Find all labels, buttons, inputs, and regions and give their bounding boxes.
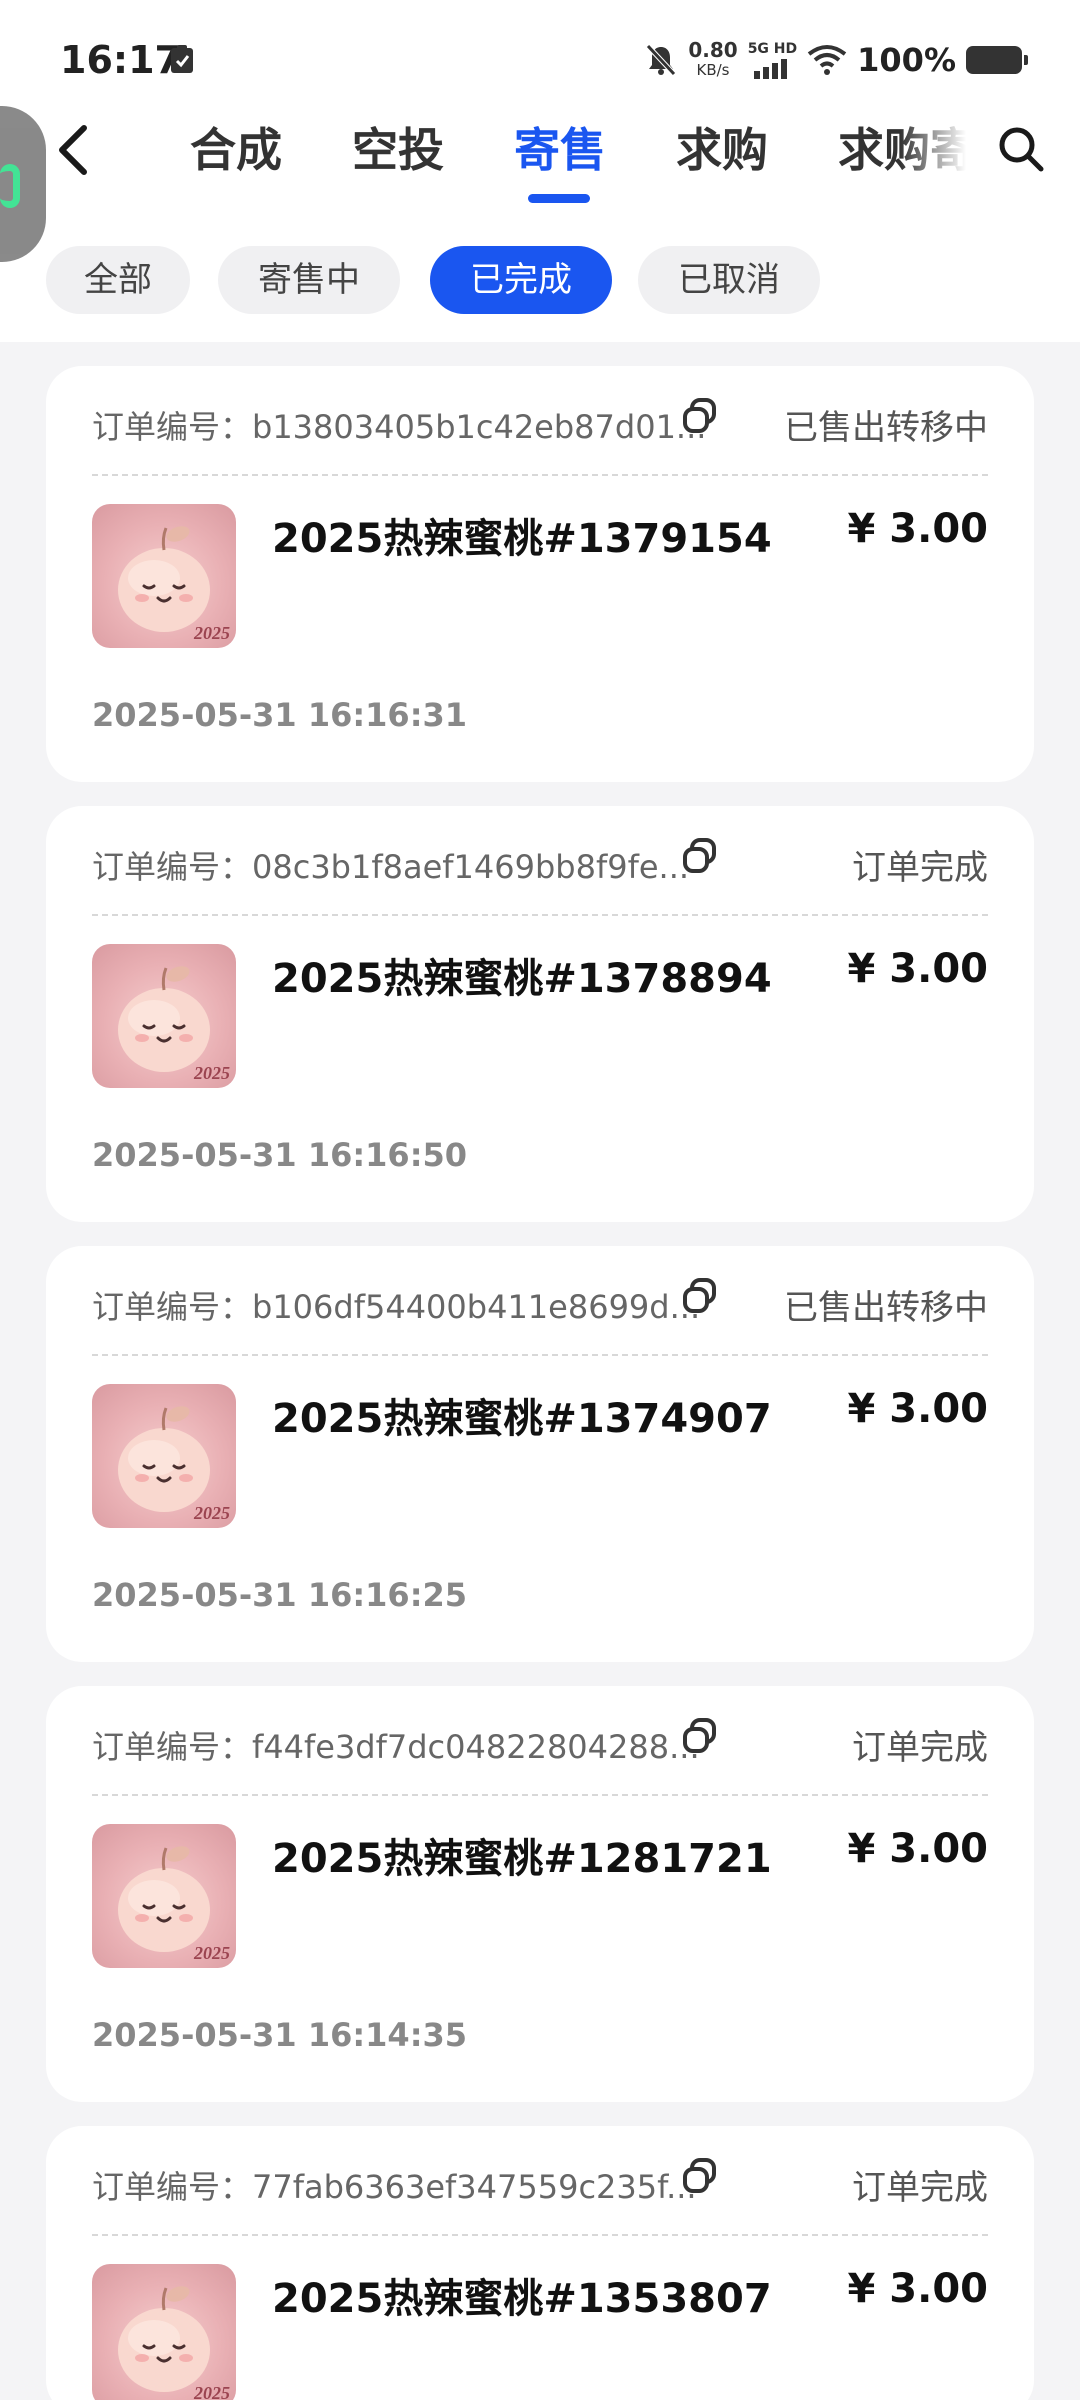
status-time: 16:17 xyxy=(60,38,181,82)
assistant-ring-icon xyxy=(0,164,20,208)
item-name: 2025热辣蜜桃#1374907 xyxy=(272,1396,772,1442)
item-name: 2025热辣蜜桃#1378894 xyxy=(272,956,772,1002)
item-thumbnail: 2025 xyxy=(92,504,236,648)
tab-synthesis[interactable]: 合成 xyxy=(190,110,282,190)
copy-icon[interactable] xyxy=(680,396,720,436)
signal-block: 5G HD xyxy=(748,41,797,79)
filter-all[interactable]: 全部 xyxy=(46,246,190,314)
thumbnail-badge: 2025 xyxy=(194,623,230,643)
order-time: 2025-05-31 16:16:25 xyxy=(92,1576,468,1614)
item-name: 2025热辣蜜桃#1379154 xyxy=(272,516,772,562)
thumbnail-badge: 2025 xyxy=(194,1503,230,1523)
mute-bell-icon xyxy=(646,44,677,76)
net-speed-value: 0.80 xyxy=(688,38,738,62)
order-time: 2025-05-31 16:16:50 xyxy=(92,1136,468,1174)
order-number: 订单编号：77fab6363ef347559c235f... xyxy=(92,2168,697,2206)
order-card[interactable]: 订单编号：f44fe3df7dc04822804288... 订单完成 2025… xyxy=(46,1686,1034,2102)
filter-cancelled[interactable]: 已取消 xyxy=(638,246,820,314)
net-speed-unit: KB/s xyxy=(696,61,730,79)
floating-assistant-button[interactable] xyxy=(0,106,46,262)
item-name: 2025热辣蜜桃#1353807 xyxy=(272,2276,772,2322)
item-name: 2025热辣蜜桃#1281721 xyxy=(272,1836,772,1882)
order-status: 已售出转移中 xyxy=(784,1288,988,1328)
copy-icon[interactable] xyxy=(680,1276,720,1316)
filter-on-sale[interactable]: 寄售中 xyxy=(218,246,400,314)
back-arrow-icon[interactable] xyxy=(52,120,96,180)
item-thumbnail: 2025 xyxy=(92,1824,236,1968)
thumbnail-badge: 2025 xyxy=(194,1063,230,1083)
copy-icon[interactable] xyxy=(680,1716,720,1756)
order-number: 订单编号：08c3b1f8aef1469bb8f9fe... xyxy=(92,848,690,886)
tab-wanted[interactable]: 求购 xyxy=(676,110,768,190)
divider xyxy=(92,2234,988,2236)
status-indicators: 0.80 KB/s 5G HD 100% xyxy=(644,36,1028,84)
order-time: 2025-05-31 16:14:35 xyxy=(92,2016,468,2054)
tab-fade xyxy=(900,110,966,200)
divider xyxy=(92,1354,988,1356)
order-card[interactable]: 订单编号：08c3b1f8aef1469bb8f9fe... 订单完成 2025… xyxy=(46,806,1034,1222)
item-thumbnail: 2025 xyxy=(92,944,236,1088)
active-tab-indicator xyxy=(528,194,590,203)
signal-icon xyxy=(754,59,788,79)
copy-icon[interactable] xyxy=(680,836,720,876)
battery-percent: 100% xyxy=(857,41,956,79)
status-bar: 16:17 0.80 KB/s 5G HD 100% xyxy=(0,0,1080,120)
thumbnail-badge: 2025 xyxy=(194,2383,230,2400)
search-icon[interactable] xyxy=(996,124,1046,174)
order-card[interactable]: 订单编号：b13803405b1c42eb87d01... 已售出转移中 202… xyxy=(46,366,1034,782)
item-price: ¥ 3.00 xyxy=(847,2266,988,2312)
copy-icon[interactable] xyxy=(680,2156,720,2196)
divider xyxy=(92,914,988,916)
order-status: 已售出转移中 xyxy=(784,408,988,448)
order-number: 订单编号：b13803405b1c42eb87d01... xyxy=(92,408,707,446)
item-price: ¥ 3.00 xyxy=(847,946,988,992)
order-card[interactable]: 订单编号：77fab6363ef347559c235f... 订单完成 2025… xyxy=(46,2126,1034,2400)
order-status: 订单完成 xyxy=(852,1728,988,1768)
divider xyxy=(92,1794,988,1796)
item-thumbnail: 2025 xyxy=(92,2264,236,2400)
net-speed: 0.80 KB/s xyxy=(688,40,737,80)
thumbnail-badge: 2025 xyxy=(194,1943,230,1963)
order-time: 2025-05-31 16:16:31 xyxy=(92,696,468,734)
filter-completed[interactable]: 已完成 xyxy=(430,246,612,314)
item-price: ¥ 3.00 xyxy=(847,1386,988,1432)
order-number: 订单编号：b106df54400b411e8699d... xyxy=(92,1288,701,1326)
clipboard-icon xyxy=(171,45,193,73)
item-price: ¥ 3.00 xyxy=(847,1826,988,1872)
network-type: 5G HD xyxy=(747,41,798,57)
tab-consignment[interactable]: 寄售 xyxy=(514,110,606,190)
item-price: ¥ 3.00 xyxy=(847,506,988,552)
tab-airdrop[interactable]: 空投 xyxy=(352,110,444,190)
order-number: 订单编号：f44fe3df7dc04822804288... xyxy=(92,1728,700,1766)
divider xyxy=(92,474,988,476)
item-thumbnail: 2025 xyxy=(92,1384,236,1528)
order-card[interactable]: 订单编号：b106df54400b411e8699d... 已售出转移中 202… xyxy=(46,1246,1034,1662)
order-status: 订单完成 xyxy=(852,2168,988,2208)
order-status: 订单完成 xyxy=(852,848,988,888)
battery-icon xyxy=(966,46,1028,74)
wifi-icon xyxy=(807,45,847,75)
